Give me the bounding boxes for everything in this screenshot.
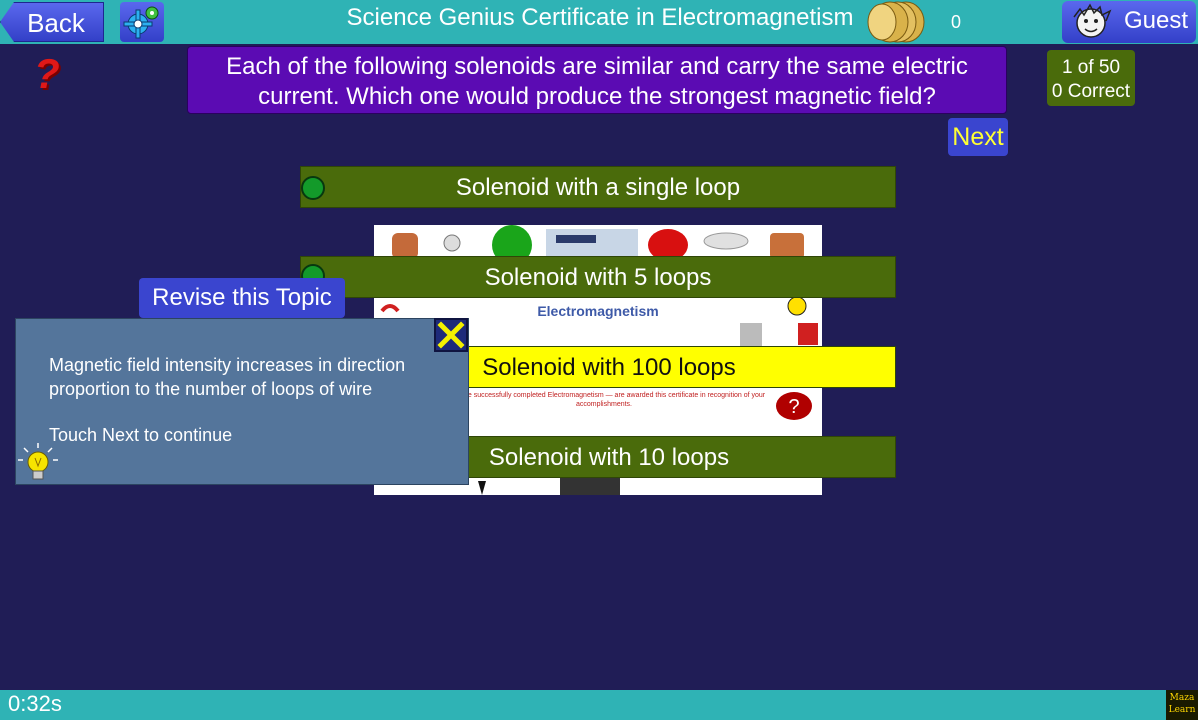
page-title: Science Genius Certificate in Electromag… xyxy=(346,4,854,31)
avatar-icon xyxy=(1073,3,1112,38)
answer-option-4[interactable]: Solenoid with 10 loops xyxy=(466,436,896,478)
answer-option-3-label: Solenoid with 100 loops xyxy=(482,354,736,381)
feedback-panel: Magnetic field intensity increases in di… xyxy=(15,318,469,485)
settings-button[interactable] xyxy=(120,2,164,42)
continue-hint: Touch Next to continue xyxy=(49,425,233,445)
gear-icon xyxy=(123,6,159,39)
brand-logo: Maza Learn xyxy=(1166,690,1198,720)
user-button[interactable]: Guest xyxy=(1062,1,1196,43)
close-icon xyxy=(437,321,465,349)
answer-option-1[interactable]: Solenoid with a single loop xyxy=(300,166,896,208)
certificate-text: You have successfully completed Electrom… xyxy=(442,392,766,408)
coins-icon xyxy=(866,0,928,44)
user-label: Guest xyxy=(1123,7,1188,34)
certificate-title: Electromagnetism xyxy=(537,303,659,319)
answer-option-2[interactable]: Solenoid with 5 loops xyxy=(300,256,896,298)
answer-option-4-label: Solenoid with 10 loops xyxy=(488,444,730,471)
svg-text:?: ? xyxy=(788,396,799,418)
feedback-text: Magnetic field intensity increases in di… xyxy=(49,355,406,399)
back-button[interactable]: Back xyxy=(0,2,104,42)
correct-count: 0 Correct xyxy=(1051,81,1131,102)
coin-count: 0 xyxy=(950,12,961,32)
lightbulb-icon xyxy=(16,442,60,486)
question-count: 1 of 50 xyxy=(1061,57,1121,78)
next-button[interactable]: Next xyxy=(948,118,1008,156)
bottom-bar xyxy=(0,690,1198,720)
close-feedback-button[interactable] xyxy=(434,318,468,352)
help-icon[interactable]: ? xyxy=(34,52,60,96)
question-text: Each of the following solenoids are simi… xyxy=(187,46,1007,114)
revise-topic-button[interactable]: Revise this Topic xyxy=(139,278,345,318)
answer-option-3[interactable]: Solenoid with 100 loops xyxy=(466,346,896,388)
answer-radio-1[interactable] xyxy=(301,176,325,200)
timer: 0:32s xyxy=(8,691,62,716)
progress-counter: 1 of 50 0 Correct xyxy=(1047,50,1135,106)
